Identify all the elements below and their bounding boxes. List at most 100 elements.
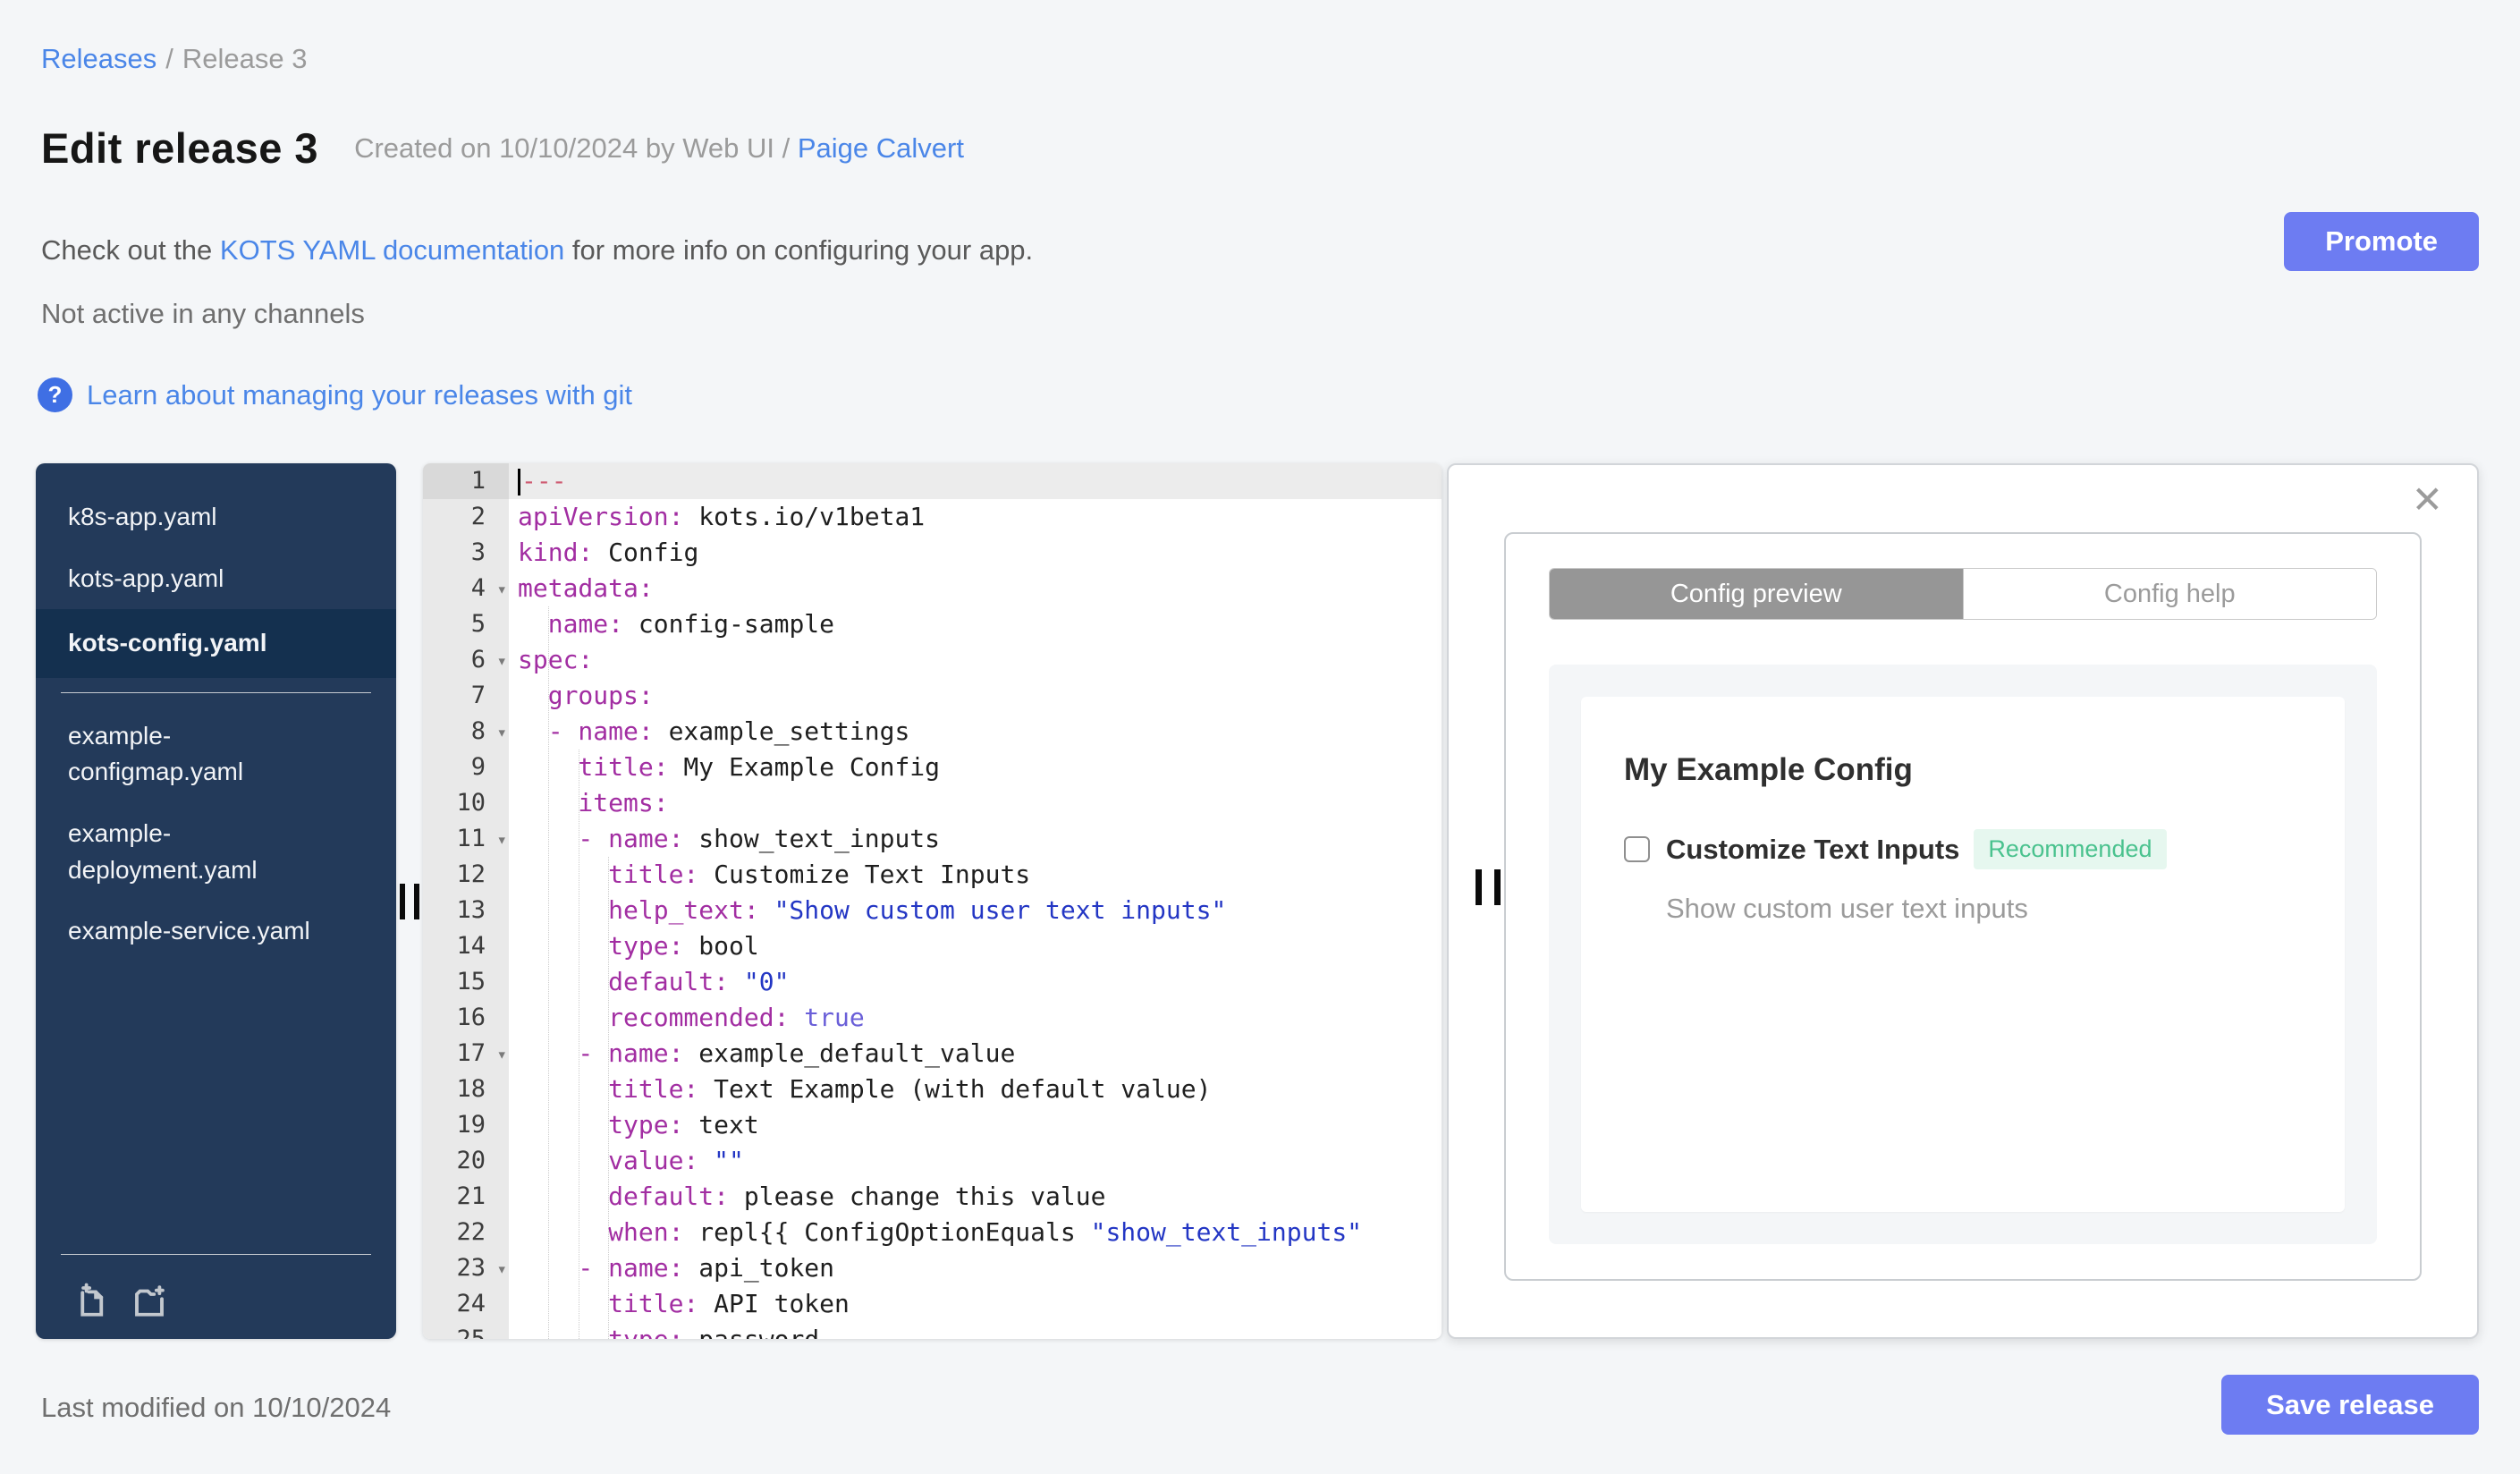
code-line[interactable]: 21 default: please change this value — [423, 1179, 1442, 1215]
code-line[interactable]: 4 ▾ metadata: — [423, 571, 1442, 606]
breadcrumb: Releases / Release 3 — [41, 43, 307, 75]
line-number: 5 — [423, 606, 509, 642]
file-item[interactable]: example-deployment.yaml — [36, 803, 274, 901]
line-number: 17 ▾ — [423, 1036, 509, 1072]
code-line[interactable]: 13 help_text: "Show custom user text inp… — [423, 893, 1442, 928]
breadcrumb-releases-link[interactable]: Releases — [41, 43, 156, 74]
code-line[interactable]: 10 items: — [423, 785, 1442, 821]
code-text: apiVersion: kots.io/v1beta1 — [518, 502, 926, 531]
code-line[interactable]: 8 ▾ - name: example_settings — [423, 714, 1442, 750]
code-text: title: My Example Config — [518, 752, 941, 782]
code-line[interactable]: 16 recommended: true — [423, 1000, 1442, 1036]
save-release-button[interactable]: Save release — [2221, 1375, 2479, 1435]
line-number: 23 ▾ — [423, 1250, 509, 1286]
recommended-badge: Recommended — [1974, 829, 2167, 869]
code-line[interactable]: 25 type: password — [423, 1322, 1442, 1339]
fold-chevron-icon[interactable]: ▾ — [497, 572, 507, 607]
code-text: when: repl{{ ConfigOptionEquals "show_te… — [518, 1217, 1363, 1247]
line-number: 25 — [423, 1322, 509, 1339]
new-folder-icon[interactable] — [131, 1282, 168, 1319]
preview-tabs: Config preview Config help — [1549, 568, 2377, 620]
code-text: kind: Config — [518, 538, 699, 567]
line-number: 24 — [423, 1286, 509, 1322]
line-number: 8 ▾ — [423, 714, 509, 750]
code-line[interactable]: 12 title: Customize Text Inputs — [423, 857, 1442, 893]
code-line[interactable]: 23 ▾ - name: api_token — [423, 1250, 1442, 1286]
code-line[interactable]: 22 when: repl{{ ConfigOptionEquals "show… — [423, 1215, 1442, 1250]
close-icon[interactable]: ✕ — [2412, 481, 2443, 519]
divider — [61, 1254, 371, 1255]
code-line[interactable]: 24 title: API token — [423, 1286, 1442, 1322]
line-number: 14 — [423, 928, 509, 964]
line-number: 15 — [423, 964, 509, 1000]
code-text: groups: — [518, 681, 654, 710]
code-line[interactable]: 19 type: text — [423, 1107, 1442, 1143]
code-line[interactable]: 3 kind: Config — [423, 535, 1442, 571]
code-text: metadata: — [518, 573, 654, 603]
fold-chevron-icon[interactable]: ▾ — [497, 1251, 507, 1287]
code-text: title: API token — [518, 1289, 850, 1318]
code-text: type: text — [518, 1110, 759, 1139]
fold-chevron-icon[interactable]: ▾ — [497, 1037, 507, 1072]
breadcrumb-current: Release 3 — [182, 43, 308, 74]
line-number: 1 — [423, 463, 509, 499]
line-number: 2 — [423, 499, 509, 535]
line-number: 19 — [423, 1107, 509, 1143]
code-text: - name: show_text_inputs — [518, 824, 941, 853]
new-file-icon[interactable] — [72, 1282, 109, 1319]
drag-bar-icon — [1494, 869, 1501, 905]
code-line[interactable]: 1 --- — [423, 463, 1442, 499]
tab-config-preview[interactable]: Config preview — [1550, 569, 1963, 619]
code-line[interactable]: 7 groups: — [423, 678, 1442, 714]
line-number: 7 — [423, 678, 509, 714]
config-group-title: My Example Config — [1624, 752, 1913, 787]
config-group-card: My Example Config Customize Text Inputs … — [1581, 697, 2345, 1212]
code-text: - name: example_settings — [518, 716, 910, 746]
line-number: 11 ▾ — [423, 821, 509, 857]
file-item[interactable]: kots-app.yaml — [36, 548, 396, 610]
code-text: spec: — [518, 645, 594, 674]
drag-bar-icon — [400, 883, 405, 919]
code-line[interactable]: 14 type: bool — [423, 928, 1442, 964]
sidebar-resize-handle[interactable] — [396, 463, 423, 1339]
config-item-help-text: Show custom user text inputs — [1666, 893, 2028, 924]
preview-resize-handle[interactable] — [1476, 869, 1501, 905]
file-item[interactable]: example-service.yaml — [36, 901, 396, 962]
file-item[interactable]: example-configmap.yaml — [36, 706, 274, 803]
line-number: 18 — [423, 1072, 509, 1107]
code-line[interactable]: 15 default: "0" — [423, 964, 1442, 1000]
tab-config-help[interactable]: Config help — [1962, 569, 2376, 619]
line-number: 9 — [423, 750, 509, 785]
code-rows: 1 --- 2 apiVersion: kots.io/v1beta1 3 kind: C… — [423, 463, 1442, 1339]
drag-bar-icon — [1476, 869, 1482, 905]
code-line[interactable]: 5 name: config-sample — [423, 606, 1442, 642]
customize-text-inputs-checkbox[interactable] — [1624, 836, 1650, 862]
fold-chevron-icon[interactable]: ▾ — [497, 822, 507, 858]
line-number: 20 — [423, 1143, 509, 1179]
file-list: k8s-app.yaml kots-app.yaml kots-config.yam… — [36, 487, 396, 962]
yaml-editor[interactable]: 1 --- 2 apiVersion: kots.io/v1beta1 3 kind: C… — [423, 463, 1442, 1339]
code-text: help_text: "Show custom user text inputs… — [518, 895, 1227, 925]
code-text: title: Text Example (with default value) — [518, 1074, 1212, 1104]
code-line[interactable]: 18 title: Text Example (with default val… — [423, 1072, 1442, 1107]
code-line[interactable]: 9 title: My Example Config — [423, 750, 1442, 785]
kots-yaml-doc-link[interactable]: KOTS YAML documentation — [220, 234, 564, 266]
git-releases-link[interactable]: Learn about managing your releases with … — [87, 379, 632, 411]
file-item[interactable]: k8s-app.yaml — [36, 487, 396, 548]
code-line[interactable]: 2 apiVersion: kots.io/v1beta1 — [423, 499, 1442, 535]
line-number: 6 ▾ — [423, 642, 509, 678]
code-text: type: password — [509, 1322, 1442, 1339]
code-line[interactable]: 11 ▾ - name: show_text_inputs — [423, 821, 1442, 857]
created-text: Created on 10/10/2024 by Web UI / — [354, 131, 791, 164]
code-text: --- — [509, 463, 1442, 499]
title-row: Edit release 3 Created on 10/10/2024 by … — [41, 123, 964, 173]
config-item-label: Customize Text Inputs — [1666, 833, 1960, 865]
fold-chevron-icon[interactable]: ▾ — [497, 643, 507, 679]
promote-button[interactable]: Promote — [2284, 212, 2479, 271]
code-line[interactable]: 20 value: "" — [423, 1143, 1442, 1179]
author-link[interactable]: Paige Calvert — [798, 132, 964, 164]
fold-chevron-icon[interactable]: ▾ — [497, 715, 507, 750]
file-item[interactable]: kots-config.yaml — [36, 609, 396, 678]
code-line[interactable]: 6 ▾ spec: — [423, 642, 1442, 678]
code-line[interactable]: 17 ▾ - name: example_default_value — [423, 1036, 1442, 1072]
